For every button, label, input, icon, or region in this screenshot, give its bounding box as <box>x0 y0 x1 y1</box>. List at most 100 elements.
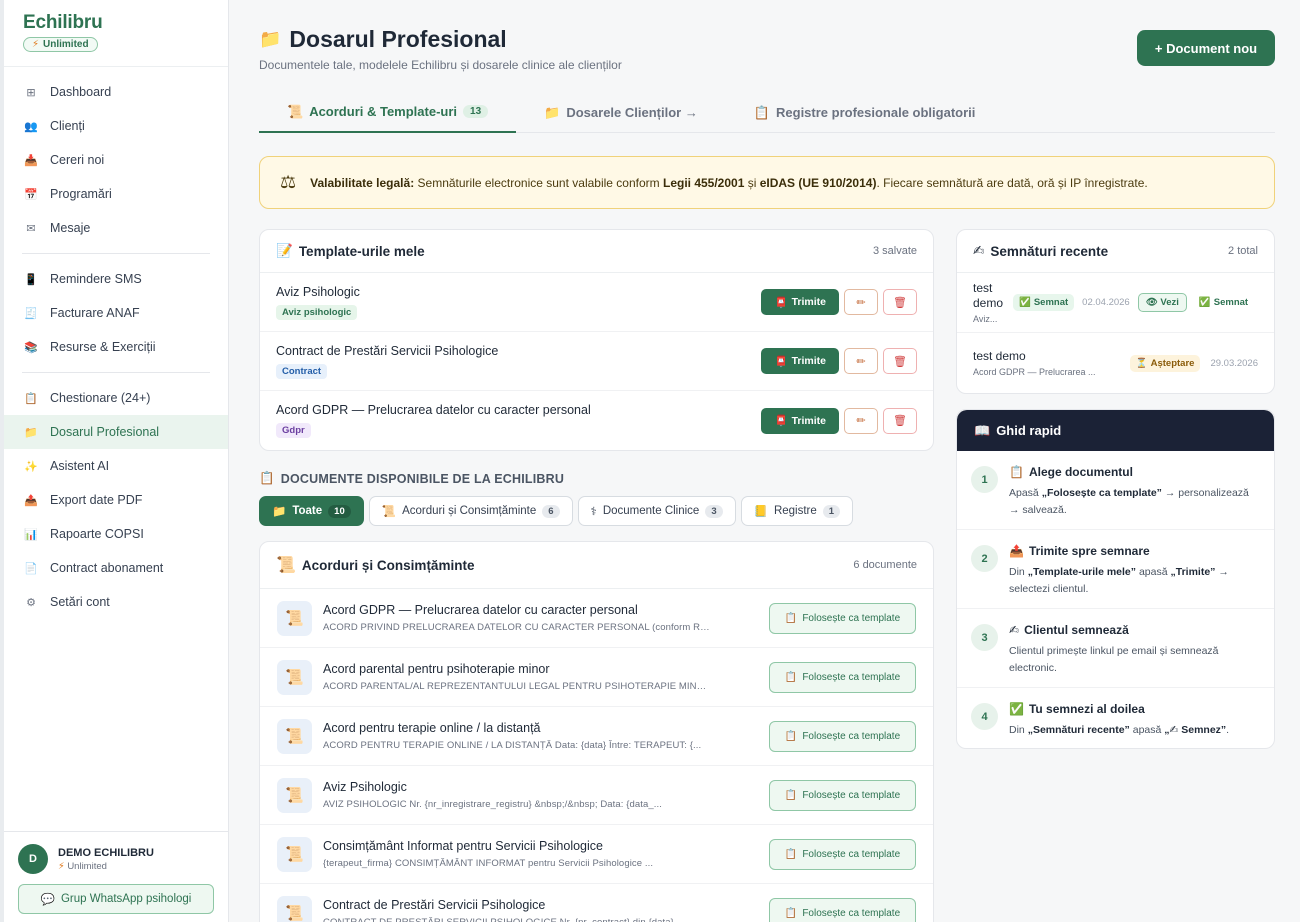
books-icon: 📚 <box>24 341 38 354</box>
signature-client: test demo <box>973 281 1004 310</box>
use-as-template-label: Folosește ca template <box>802 789 901 801</box>
filter-chip[interactable]: ⚕ Documente Clinice 3 <box>577 496 736 526</box>
template-actions: 📮 Trimite ✏ 🗑 <box>761 348 917 374</box>
sidebar-item-label: Clienți <box>50 119 85 133</box>
sidebar-item-setari-cont[interactable]: ⚙ Setări cont <box>4 585 228 619</box>
sidebar-item-label: Export date PDF <box>50 493 143 507</box>
filter-label: Acorduri și Consimțăminte <box>402 505 537 517</box>
plan-badge-label: Unlimited <box>43 39 89 50</box>
view-signature-button[interactable]: 👁 Vezi <box>1137 293 1187 312</box>
document-row: 📜 Consimțământ Informat pentru Servicii P… <box>260 825 933 884</box>
signature-client-block: test demo Aviz... <box>973 281 1013 324</box>
sidebar-item-resurse-exercitii[interactable]: 📚 Resurse & Exerciții <box>4 330 228 364</box>
step-text-part: „Trimite” <box>1170 566 1216 578</box>
sidebar-item-label: Facturare ANAF <box>50 306 140 320</box>
use-as-template-button[interactable]: 📋 Folosește ca template <box>769 661 916 693</box>
sidebar-item-label: Resurse & Exerciții <box>50 340 156 354</box>
use-as-template-button[interactable]: 📋 Folosește ca template <box>769 897 916 922</box>
sidebar-item-remindere-sms[interactable]: 📱 Remindere SMS <box>4 262 228 296</box>
plan-badge: ⚡ Unlimited <box>23 37 98 52</box>
sidebar-item-export-date-pdf[interactable]: 📤 Export date PDF <box>4 483 228 517</box>
edit-template-button[interactable]: ✏ <box>844 348 878 374</box>
filter-chip[interactable]: 📁 Toate 10 <box>259 496 364 526</box>
sidebar-item-mesaje[interactable]: ✉ Mesaje <box>4 211 228 245</box>
document-title: Acord GDPR — Prelucrarea datelor cu cara… <box>323 603 638 617</box>
sidebar-item-programari[interactable]: 📅 Programări <box>4 177 228 211</box>
signature-document: Aviz... <box>973 314 998 324</box>
library-document-list: 📜 Acord GDPR — Prelucrarea datelor cu car… <box>260 589 933 922</box>
send-label: Trimite <box>791 355 826 367</box>
signature-date: 02.04.2026 <box>1082 297 1130 308</box>
recent-signatures-count: 2 total <box>1228 245 1258 257</box>
edit-template-button[interactable]: ✏ <box>844 289 878 315</box>
document-preview: ACORD PENTRU TERAPIE ONLINE / LA DISTANȚ… <box>323 740 702 751</box>
delete-template-button[interactable]: 🗑 <box>883 407 917 434</box>
guide-step: 1 📋 Alege documentul Apasă „Folosește ca te… <box>957 451 1274 530</box>
sidebar-item-dosarul-profesional[interactable]: 📁 Dosarul Profesional <box>4 415 228 449</box>
document-row: 📜 Aviz Psihologic AVIZ PSIHOLOGIC Nr. {nr_… <box>260 766 933 825</box>
template-row: Contract de Prestări Servicii Psihologic… <box>260 332 933 391</box>
sidebar-item-contract-abonament[interactable]: 📄 Contract abonament <box>4 551 228 585</box>
use-as-template-button[interactable]: 📋 Folosește ca template <box>769 779 916 811</box>
scroll-icon: 📜 <box>276 557 296 574</box>
delete-template-button[interactable]: 🗑 <box>883 289 917 315</box>
folder-icon: 📁 <box>544 104 561 120</box>
tab-0[interactable]: 📜 Acorduri & Template-uri 13 <box>259 92 517 133</box>
delete-template-button[interactable]: 🗑 <box>883 348 917 374</box>
edit-template-button[interactable]: ✏ <box>844 407 878 434</box>
sidebar-item-facturare-anaf[interactable]: 🧾 Facturare ANAF <box>4 296 228 330</box>
nav-divider <box>22 372 210 373</box>
step-text-part: . <box>1226 724 1230 736</box>
template-row: Acord GDPR — Prelucrarea datelor cu cara… <box>260 391 933 450</box>
user-profile[interactable]: D DEMO ECHILIBRU ⚡ Unlimited <box>18 844 214 874</box>
chart-icon: 📊 <box>24 528 38 541</box>
use-as-template-label: Folosește ca template <box>802 671 901 683</box>
new-document-button[interactable]: + Document nou <box>1137 30 1275 66</box>
send-label: Trimite <box>791 414 826 427</box>
chat-icon: 💬 <box>40 894 55 906</box>
use-as-template-button[interactable]: 📋 Folosește ca template <box>769 720 916 752</box>
use-as-template-button[interactable]: 📋 Folosește ca template <box>769 602 916 634</box>
document-info: Acord GDPR — Prelucrarea datelor cu cara… <box>323 603 769 633</box>
my-templates-card: 📝 Template-urile mele 3 salvate Aviz Psih… <box>259 229 934 451</box>
send-template-button[interactable]: 📮 Trimite <box>761 407 839 434</box>
clipboard-icon: 📋 <box>784 848 798 860</box>
document-info: Acord pentru terapie online / la distanț… <box>323 721 769 751</box>
sidebar-item-rapoarte-copsi[interactable]: 📊 Rapoarte COPSI <box>4 517 228 551</box>
sidebar-item-asistent-ai[interactable]: ✨ Asistent AI <box>4 449 228 483</box>
step-text-part: „Semnături recente” <box>1027 724 1130 736</box>
template-info: Aviz Psihologic Aviz psihologic <box>276 285 360 320</box>
whatsapp-group-button[interactable]: 💬 Grup WhatsApp psihologi <box>18 884 214 914</box>
my-templates-title: 📝 Template-urile mele <box>276 243 425 259</box>
clipboard-icon: 📋 <box>784 730 798 742</box>
sidebar-item-clienti[interactable]: 👥 Clienți <box>4 109 228 143</box>
signature-row[interactable]: test demo Acord GDPR — Prelucrarea ... ⏳… <box>957 333 1274 393</box>
use-as-template-button[interactable]: 📋 Folosește ca template <box>769 838 916 870</box>
pencil-icon: ✏ <box>856 355 866 368</box>
tab-1[interactable]: 📁 Dosarele Clienților → <box>516 92 726 133</box>
signature-row[interactable]: test demo Aviz... ✅ Semnat 02.04.2026 👁 V… <box>957 273 1274 333</box>
document-preview: CONTRACT DE PRESTĂRI SERVICII PSIHOLOGIC… <box>323 917 713 922</box>
sidebar-item-label: Cereri noi <box>50 153 105 167</box>
filter-chip[interactable]: 📒 Registre 1 <box>740 496 854 526</box>
template-name: Aviz Psihologic <box>276 284 360 299</box>
library-documents-card: 📜 Acorduri și Consimțăminte 6 documente 📜… <box>259 541 934 922</box>
step-number: 2 <box>971 545 998 572</box>
step-body: ✍ Clientul semnează Clientul primește link… <box>1009 623 1260 687</box>
sidebar-item-chestionare-24[interactable]: 📋 Chestionare (24+) <box>4 381 228 415</box>
brand: Echilibru ⚡ Unlimited <box>4 0 228 67</box>
step-text-part: apasă <box>1129 724 1165 736</box>
clipboard-icon: 📋 <box>784 612 798 624</box>
sidebar-item-cereri-noi[interactable]: 📥 Cereri noi <box>4 143 228 177</box>
lightning-icon: ⚡ <box>32 39 40 50</box>
clipboard-icon: 📋 <box>784 671 798 683</box>
sidebar-item-label: Dosarul Profesional <box>50 425 160 439</box>
sms-icon: 📱 <box>24 273 38 286</box>
export-icon: 📤 <box>24 494 38 507</box>
send-template-button[interactable]: 📮 Trimite <box>761 348 839 374</box>
filter-chip[interactable]: 📜 Acorduri și Consimțăminte 6 <box>368 496 573 526</box>
template-type-tag: Contract <box>276 363 328 379</box>
send-template-button[interactable]: 📮 Trimite <box>761 289 839 315</box>
sidebar-item-dashboard[interactable]: ⊞ Dashboard <box>4 75 228 109</box>
tab-2[interactable]: 📋 Registre profesionale obligatorii <box>726 92 1004 133</box>
